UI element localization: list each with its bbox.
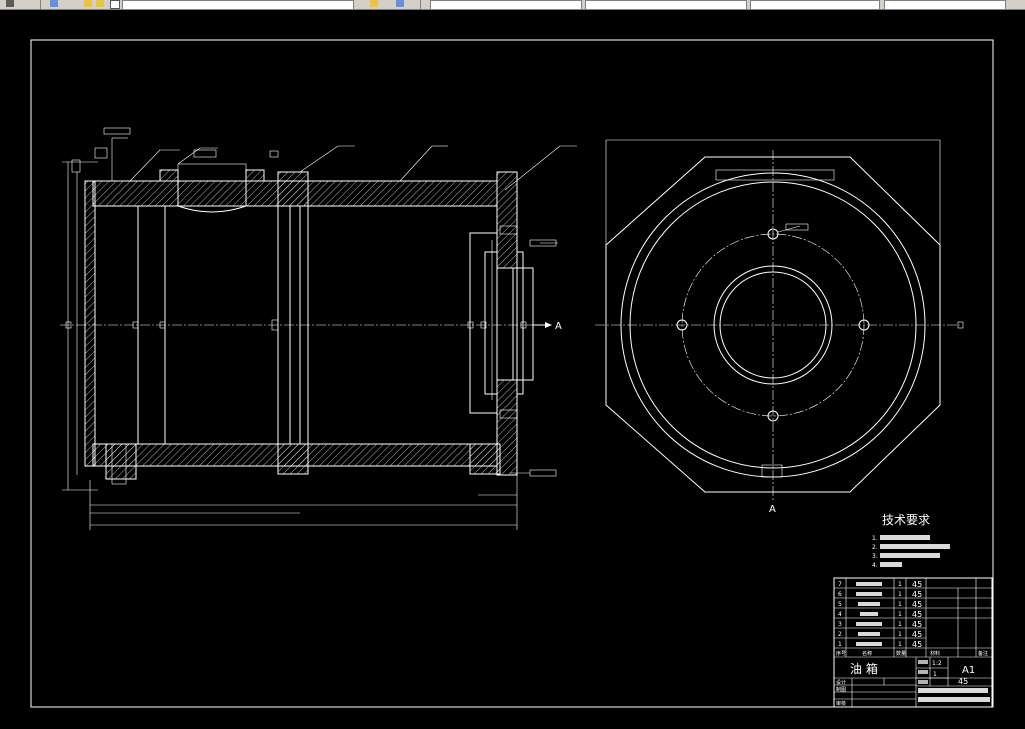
svg-text:数量: 数量 (896, 650, 906, 657)
svg-text:6: 6 (838, 591, 842, 598)
side-view: A (595, 139, 964, 515)
svg-text:名称: 名称 (862, 650, 872, 657)
svg-text:1: 1 (898, 641, 902, 648)
scale-value: 1:2 (932, 660, 942, 667)
svg-text:备注: 备注 (978, 650, 988, 657)
svg-text:1: 1 (898, 581, 902, 588)
technical-requirements: 技术要求 1. 2. 3. 4. (872, 513, 950, 569)
material-value: 45 (958, 677, 968, 686)
svg-text:1: 1 (898, 631, 902, 638)
svg-text:序号: 序号 (836, 650, 846, 657)
svg-text:设计: 设计 (836, 679, 846, 686)
svg-text:5: 5 (838, 601, 842, 608)
svg-text:1: 1 (898, 611, 902, 618)
svg-text:制图: 制图 (836, 686, 846, 693)
drawing-canvas[interactable]: A A 技术要求 1. 2. 3. 4. 7 1 45 6 1 45 5 1 4… (0, 0, 1025, 729)
svg-text:1: 1 (838, 641, 842, 648)
svg-text:45: 45 (912, 600, 922, 609)
right-flange-top-hatch (496, 171, 518, 269)
svg-text:材料: 材料 (930, 650, 940, 657)
svg-text:45: 45 (912, 580, 922, 589)
part-name: 油 箱 (850, 661, 878, 676)
svg-text:7: 7 (838, 581, 842, 588)
section-label: A (555, 321, 562, 332)
tech-req-item: 1. (872, 535, 878, 542)
tech-req-item: 4. (872, 562, 878, 569)
svg-text:45: 45 (912, 620, 922, 629)
svg-text:3: 3 (838, 621, 842, 628)
svg-text:1: 1 (898, 621, 902, 628)
section-view: A (60, 127, 577, 530)
title-block: 7 1 45 6 1 45 5 1 45 4 1 45 3 1 45 2 1 4… (833, 577, 993, 708)
svg-text:45: 45 (912, 610, 922, 619)
svg-text:审核: 审核 (836, 700, 846, 707)
svg-text:1: 1 (898, 601, 902, 608)
svg-text:45: 45 (912, 590, 922, 599)
svg-text:1: 1 (898, 591, 902, 598)
svg-text:45: 45 (912, 640, 922, 649)
svg-text:2: 2 (838, 631, 842, 638)
tech-req-item: 3. (872, 553, 878, 560)
svg-text:45: 45 (912, 630, 922, 639)
view-label: A (769, 504, 776, 515)
svg-text:4: 4 (838, 611, 842, 618)
tech-req-title: 技术要求 (882, 513, 930, 527)
sheet-size: A1 (962, 665, 975, 676)
qty-value: 1 (933, 671, 937, 678)
left-flange-hatch (84, 180, 96, 467)
tech-req-item: 2. (872, 544, 878, 551)
